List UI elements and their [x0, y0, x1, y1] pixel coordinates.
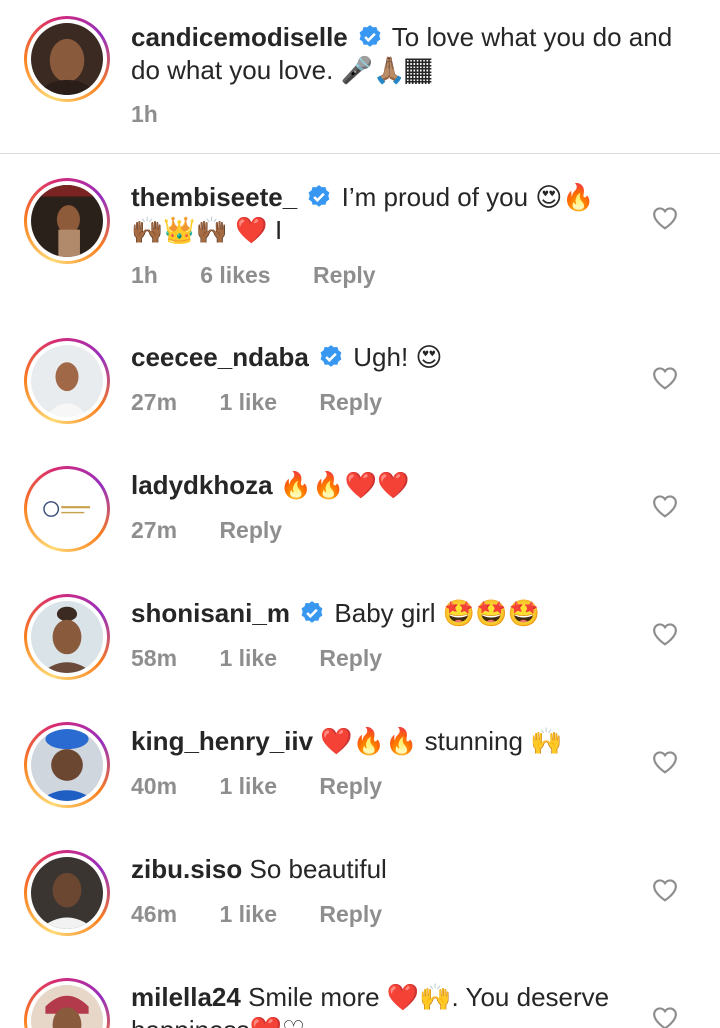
- comment-item: king_henry_iiv ❤️🔥🔥 stunning 🙌 40m 1 lik…: [0, 712, 720, 840]
- reply-button[interactable]: Reply: [319, 645, 382, 671]
- divider: [0, 153, 720, 154]
- reply-button[interactable]: Reply: [319, 389, 382, 415]
- comment-username[interactable]: milella24: [131, 982, 241, 1012]
- comment-username[interactable]: thembiseete_: [131, 182, 297, 212]
- heart-icon[interactable]: [652, 878, 678, 902]
- comment-time: 27m: [131, 517, 178, 543]
- comment-text: So beautiful: [249, 854, 387, 884]
- comment-likes[interactable]: 1 like: [219, 645, 277, 671]
- caption-username[interactable]: candicemodiselle: [131, 22, 348, 52]
- reply-button[interactable]: Reply: [319, 901, 382, 927]
- comment-text: 🔥🔥❤️❤️: [279, 470, 410, 500]
- avatar[interactable]: [24, 978, 110, 1028]
- reply-button[interactable]: Reply: [319, 773, 382, 799]
- comment-item: milella24 Smile more ❤️🙌. You deserve ha…: [0, 968, 720, 1028]
- reply-button[interactable]: Reply: [219, 517, 282, 543]
- verified-badge-icon: [320, 345, 342, 367]
- comment-text: Baby girl 🤩🤩🤩: [334, 598, 540, 628]
- avatar[interactable]: [24, 594, 110, 680]
- post-caption: candicemodiselle To love what you do and…: [0, 0, 720, 152]
- comment-username[interactable]: ladydkhoza: [131, 470, 273, 500]
- avatar[interactable]: [24, 338, 110, 424]
- avatar[interactable]: [24, 466, 110, 552]
- comment-username[interactable]: king_henry_iiv: [131, 726, 313, 756]
- comment-text: Ugh! 😍: [353, 342, 443, 372]
- comment-item: thembiseete_ I’m proud of you 😍🔥 🙌🏾👑🙌🏾 ❤…: [0, 168, 720, 296]
- heart-icon[interactable]: [652, 1006, 678, 1028]
- comment-time: 40m: [131, 773, 178, 799]
- caption-time: 1h: [131, 101, 158, 127]
- verified-badge-icon: [301, 601, 323, 623]
- avatar[interactable]: [24, 722, 110, 808]
- avatar[interactable]: [24, 178, 110, 264]
- heart-icon[interactable]: [652, 494, 678, 518]
- comment-username[interactable]: zibu.siso: [131, 854, 242, 884]
- caption-text: candicemodiselle To love what you do and…: [131, 21, 691, 87]
- comment-item: shonisani_m Baby girl 🤩🤩🤩 58m 1 like Rep…: [0, 584, 720, 712]
- verified-badge-icon: [309, 185, 330, 207]
- comment-item: ceecee_ndaba Ugh! 😍 27m 1 like Reply: [0, 328, 720, 456]
- comment-item: ladydkhoza 🔥🔥❤️❤️ 27m Reply: [0, 456, 720, 584]
- heart-icon[interactable]: [652, 366, 678, 390]
- heart-icon[interactable]: [652, 750, 678, 774]
- comment-likes[interactable]: 6 likes: [200, 262, 270, 288]
- comment-likes[interactable]: 1 like: [219, 773, 277, 799]
- comment-time: 1h: [131, 262, 158, 288]
- comment-item: zibu.siso So beautiful 46m 1 like Reply: [0, 840, 720, 968]
- verified-badge-icon: [359, 25, 381, 47]
- heart-icon[interactable]: [652, 206, 678, 230]
- avatar[interactable]: [24, 850, 110, 936]
- comment-time: 58m: [131, 645, 178, 671]
- comment-time: 46m: [131, 901, 178, 927]
- comment-username[interactable]: shonisani_m: [131, 598, 290, 628]
- comment-username[interactable]: ceecee_ndaba: [131, 342, 309, 372]
- comment-time: 27m: [131, 389, 178, 415]
- reply-button[interactable]: Reply: [313, 262, 376, 288]
- heart-icon[interactable]: [652, 622, 678, 646]
- comment-likes[interactable]: 1 like: [219, 389, 277, 415]
- comment-text: ❤️🔥🔥 stunning 🙌: [320, 726, 563, 756]
- comment-likes[interactable]: 1 like: [219, 901, 277, 927]
- avatar[interactable]: [24, 16, 110, 102]
